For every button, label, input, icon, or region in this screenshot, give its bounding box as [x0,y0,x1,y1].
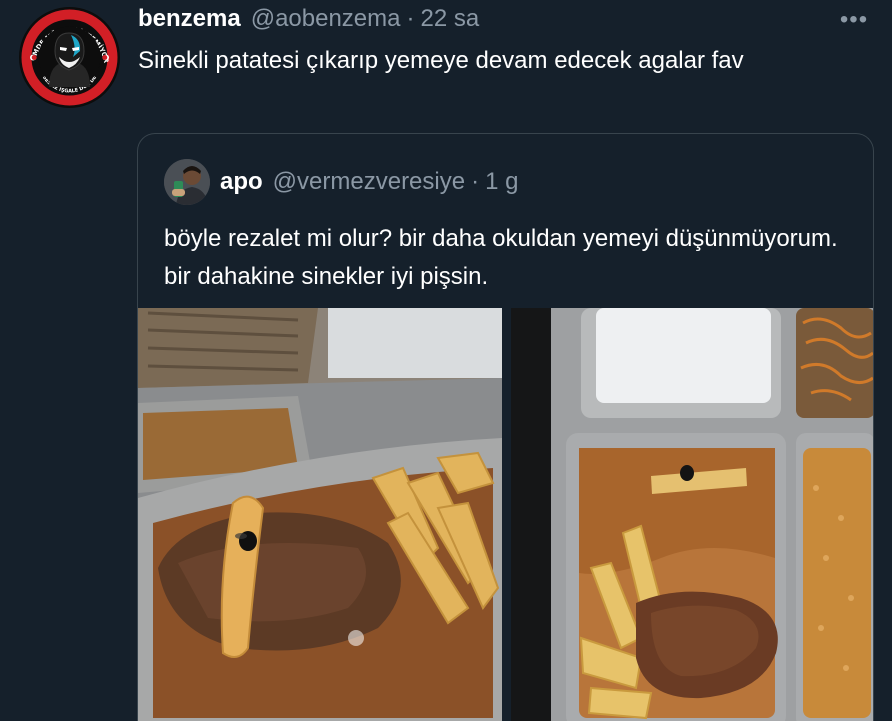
tweet-timestamp[interactable]: 22 sa [421,5,480,33]
author-handle[interactable]: @aobenzema [251,5,401,33]
food-tray-overview-image [511,308,873,721]
masked-face-logo-icon: ÜLKEMDE MÜLTECİ İSTEMİYORUM SESSİZ İŞGAL… [19,7,120,108]
separator-dot: · [406,5,415,32]
separator-dot: · [471,168,480,195]
quoted-author-avatar [164,159,210,205]
author-avatar[interactable]: ÜLKEMDE MÜLTECİ İSTEMİYORUM SESSİZ İŞGAL… [19,7,120,108]
quoted-tweet-text: böyle rezalet mi olur? bir daha okuldan … [164,225,838,290]
user-photo-icon [164,159,210,205]
quoted-author-name[interactable]: apo [220,168,263,196]
quoted-tweet-timestamp[interactable]: 1 g [485,168,518,196]
author-name[interactable]: benzema [138,5,241,33]
food-tray-image [138,308,502,721]
quoted-author-handle[interactable]: @vermezveresiye [273,168,465,196]
more-options-icon[interactable]: ••• [832,6,876,33]
food-photo-right[interactable] [511,308,873,721]
quoted-tweet-header: apo @vermezveresiye · 1 g [220,168,518,196]
tweet-text: Sinekli patatesi çıkarıp yemeye devam ed… [138,47,744,74]
quoted-tweet-card[interactable]: apo @vermezveresiye · 1 g böyle rezalet … [137,133,874,721]
tweet-header: benzema @aobenzema · 22 sa [138,5,479,33]
food-photo-left[interactable] [138,308,502,721]
